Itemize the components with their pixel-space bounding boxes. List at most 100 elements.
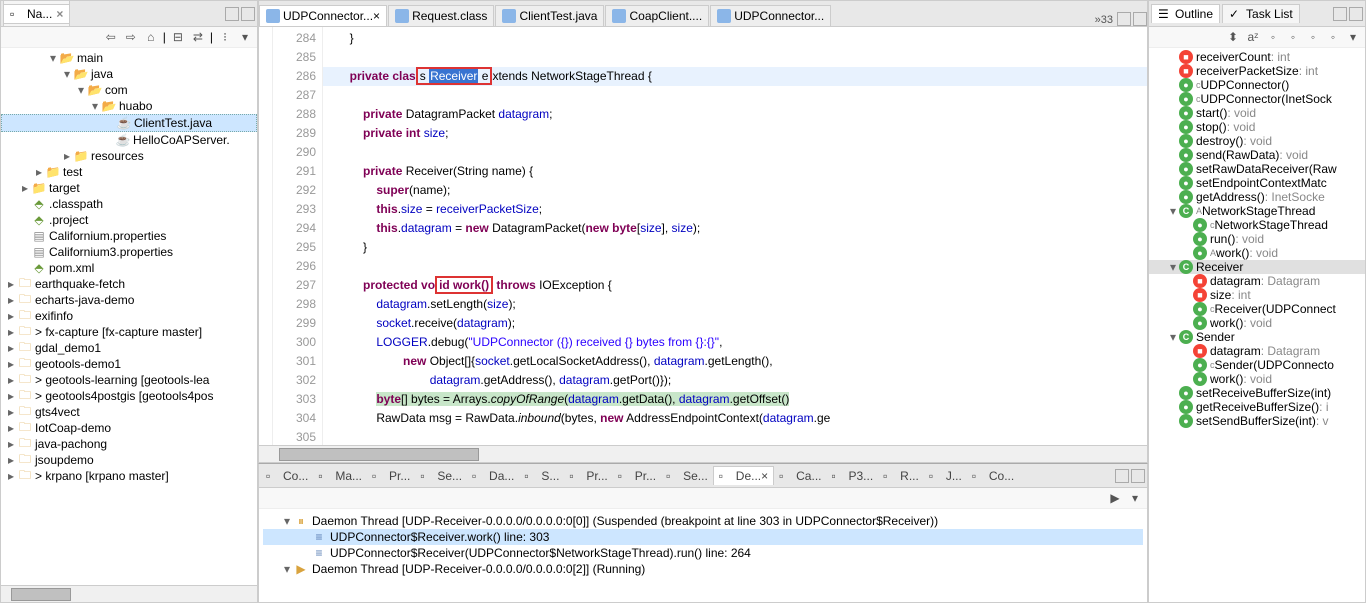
debug-row[interactable]: ≡UDPConnector$Receiver(UDPConnector$Netw…: [263, 545, 1143, 561]
bottom-tab-8[interactable]: ▫Se...: [661, 467, 713, 485]
tree-item[interactable]: ▾📂com: [1, 82, 257, 98]
bottom-tab-4[interactable]: ▫Da...: [467, 467, 519, 485]
bottom-tab-3[interactable]: ▫Se...: [415, 467, 467, 485]
tree-item[interactable]: ⬘.project: [1, 212, 257, 228]
back-icon[interactable]: ⇦: [103, 29, 119, 45]
tab-overflow[interactable]: »33: [1091, 14, 1117, 26]
left-minmax[interactable]: [225, 7, 255, 21]
tree-item[interactable]: ▸🗀IotCoap-demo: [1, 420, 257, 436]
tree-item[interactable]: ▸🗀jsoupdemo: [1, 452, 257, 468]
outline-item[interactable]: ●cNetworkStageThread: [1149, 218, 1365, 232]
bottom-tab-13[interactable]: ▫J...: [924, 467, 967, 485]
outline-item[interactable]: ●cUDPConnector(): [1149, 78, 1365, 92]
tree-item[interactable]: ▸🗀> krpano [krpano master]: [1, 468, 257, 484]
outline-item[interactable]: ●start() : void: [1149, 106, 1365, 120]
editor-tab[interactable]: UDPConnector...×: [259, 5, 387, 26]
outline-item[interactable]: ▾CReceiver: [1149, 260, 1365, 274]
outline-item[interactable]: ●setEndpointContextMatc: [1149, 176, 1365, 190]
outline-item[interactable]: ●getReceiveBufferSize() : i: [1149, 400, 1365, 414]
bottom-tab-9[interactable]: ▫De...×: [713, 466, 774, 485]
tree-item[interactable]: ▤Californium3.properties: [1, 244, 257, 260]
debug-resume-icon[interactable]: ▶: [1107, 490, 1123, 506]
editor-tab[interactable]: ClientTest.java: [495, 5, 604, 26]
tree-item[interactable]: ▸🗀exifinfo: [1, 308, 257, 324]
outline-item[interactable]: ■size : int: [1149, 288, 1365, 302]
tree-item[interactable]: ⬘pom.xml: [1, 260, 257, 276]
tree-item[interactable]: ☕HelloCoAPServer.: [1, 132, 257, 148]
home-icon[interactable]: ⌂: [143, 29, 159, 45]
left-tab-1[interactable]: ▫Na...×: [3, 4, 70, 23]
outline-item[interactable]: ●Awork() : void: [1149, 246, 1365, 260]
outline-item[interactable]: ■receiverPacketSize : int: [1149, 64, 1365, 78]
hide-nonpub-icon[interactable]: ◦: [1305, 29, 1321, 45]
outline-item[interactable]: ●cReceiver(UDPConnect: [1149, 302, 1365, 316]
debug-row[interactable]: ▾▶Daemon Thread [UDP-Receiver-0.0.0.0/0.…: [263, 561, 1143, 577]
tree-item[interactable]: ▸🗀> fx-capture [fx-capture master]: [1, 324, 257, 340]
debug-row[interactable]: ▾⏸Daemon Thread [UDP-Receiver-0.0.0.0/0.…: [263, 513, 1143, 529]
debug-view[interactable]: ▾⏸Daemon Thread [UDP-Receiver-0.0.0.0/0.…: [259, 509, 1147, 602]
outline-item[interactable]: ●cUDPConnector(InetSock: [1149, 92, 1365, 106]
tree-item[interactable]: ▸🗀geotools-demo1: [1, 356, 257, 372]
outline-item[interactable]: ■datagram : Datagram: [1149, 274, 1365, 288]
bottom-tab-7[interactable]: ▫Pr...: [613, 467, 661, 485]
outline-item[interactable]: ■datagram : Datagram: [1149, 344, 1365, 358]
hide-fields-icon[interactable]: ◦: [1265, 29, 1281, 45]
collapse-icon[interactable]: ⊟: [170, 29, 186, 45]
bottom-tab-1[interactable]: ▫Ma...: [313, 467, 367, 485]
bottom-tab-10[interactable]: ▫Ca...: [774, 467, 826, 485]
outline-item[interactable]: ■receiverCount : int: [1149, 50, 1365, 64]
tree-item[interactable]: ▸🗀gdal_demo1: [1, 340, 257, 356]
editor-tab[interactable]: CoapClient....: [605, 5, 709, 26]
tree-item[interactable]: ⬘.classpath: [1, 196, 257, 212]
tree-item[interactable]: ▸🗀> geotools-learning [geotools-lea: [1, 372, 257, 388]
bottom-tab-12[interactable]: ▫R...: [878, 467, 924, 485]
outline-item[interactable]: ●setSendBufferSize(int) : v: [1149, 414, 1365, 428]
outline-tree[interactable]: ■receiverCount : int ■receiverPacketSize…: [1149, 48, 1365, 602]
tree-item[interactable]: ▸🗀earthquake-fetch: [1, 276, 257, 292]
filter-icon[interactable]: ⁝: [217, 29, 233, 45]
line-gutter[interactable]: 2842852862872882892902912922932942952962…: [273, 27, 323, 445]
tree-item[interactable]: ▸📁resources: [1, 148, 257, 164]
tree-item[interactable]: ▸📁target: [1, 180, 257, 196]
project-explorer-tree[interactable]: ▾📂main▾📂java▾📂com▾📂huabo ☕ClientTest.jav…: [1, 48, 257, 585]
sort-icon[interactable]: ⬍: [1225, 29, 1241, 45]
outline-item[interactable]: ●work() : void: [1149, 316, 1365, 330]
menu-icon[interactable]: ▾: [237, 29, 253, 45]
debug-menu-icon[interactable]: ▾: [1127, 490, 1143, 506]
tree-item[interactable]: ▸🗀gts4vect: [1, 404, 257, 420]
code-editor[interactable]: 2842852862872882892902912922932942952962…: [259, 27, 1147, 445]
bottom-tab-0[interactable]: ▫Co...: [261, 467, 313, 485]
outline-item[interactable]: ●stop() : void: [1149, 120, 1365, 134]
editor-minmax[interactable]: [1117, 12, 1147, 26]
az-icon[interactable]: aᶻ: [1245, 29, 1261, 45]
bottom-tab-6[interactable]: ▫Pr...: [564, 467, 612, 485]
tree-item[interactable]: ▾📂huabo: [1, 98, 257, 114]
bottom-tab-11[interactable]: ▫P3...: [826, 467, 878, 485]
hide-static-icon[interactable]: ◦: [1285, 29, 1301, 45]
tree-item[interactable]: ▸🗀> geotools4postgis [geotools4pos: [1, 388, 257, 404]
outline-item[interactable]: ●getAddress() : InetSocke: [1149, 190, 1365, 204]
bottom-tab-2[interactable]: ▫Pr...: [367, 467, 415, 485]
editor-hscroll[interactable]: [259, 445, 1147, 462]
outline-item[interactable]: ●destroy() : void: [1149, 134, 1365, 148]
debug-row[interactable]: ≡UDPConnector$Receiver.work() line: 303: [263, 529, 1143, 545]
bottom-tab-5[interactable]: ▫S...: [519, 467, 564, 485]
tree-item[interactable]: ▸📁test: [1, 164, 257, 180]
editor-tab[interactable]: UDPConnector...: [710, 5, 831, 26]
right-minmax[interactable]: [1333, 7, 1363, 21]
hide-local-icon[interactable]: ◦: [1325, 29, 1341, 45]
tree-item[interactable]: ▾📂main: [1, 50, 257, 66]
outline-item[interactable]: ▾CANetworkStageThread: [1149, 204, 1365, 218]
fwd-icon[interactable]: ⇨: [123, 29, 139, 45]
link-icon[interactable]: ⇄: [190, 29, 206, 45]
tab-tasklist[interactable]: ✓Task List: [1222, 4, 1300, 23]
bottom-tab-14[interactable]: ▫Co...: [967, 467, 1019, 485]
outline-item[interactable]: ●setReceiveBufferSize(int): [1149, 386, 1365, 400]
outline-item[interactable]: ●run() : void: [1149, 232, 1365, 246]
outline-item[interactable]: ●cSender(UDPConnecto: [1149, 358, 1365, 372]
outline-item[interactable]: ●work() : void: [1149, 372, 1365, 386]
outline-item[interactable]: ▾CSender: [1149, 330, 1365, 344]
tree-item[interactable]: ▸🗀java-pachong: [1, 436, 257, 452]
tab-outline[interactable]: ☰Outline: [1151, 4, 1220, 23]
bottom-minmax[interactable]: [1115, 469, 1145, 483]
